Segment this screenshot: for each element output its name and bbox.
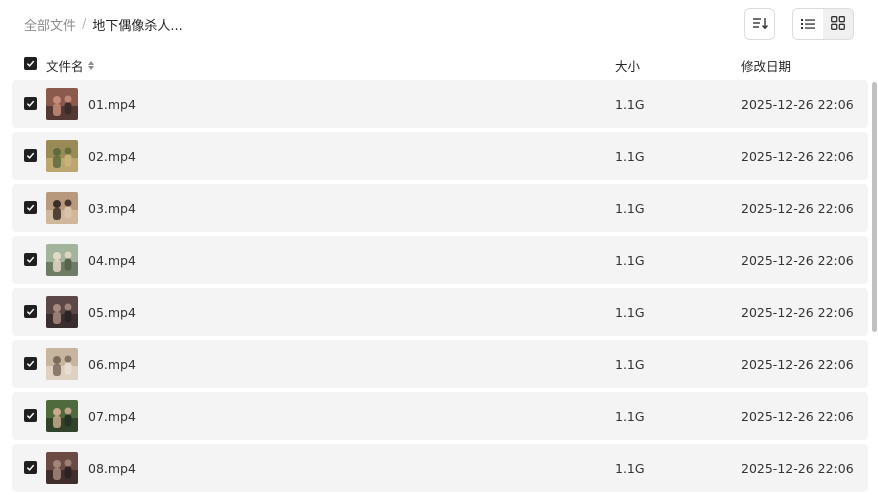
file-name[interactable]: 08.mp4 — [88, 461, 136, 476]
file-row[interactable]: 01.mp4 1.1G 2025-12-26 22:06 — [12, 80, 868, 128]
column-header-name-label: 文件名 — [46, 59, 84, 74]
file-modified-date: 2025-12-26 22:06 — [741, 461, 854, 476]
file-name[interactable]: 01.mp4 — [88, 97, 136, 112]
breadcrumb: 全部文件 / 地下偶像杀人... — [24, 14, 183, 34]
video-thumbnail — [46, 244, 78, 276]
video-thumbnail — [46, 88, 78, 120]
scrollbar[interactable] — [872, 80, 877, 494]
file-modified-date: 2025-12-26 22:06 — [741, 357, 854, 372]
file-modified-date: 2025-12-26 22:06 — [741, 305, 854, 320]
column-header-size: 大小 — [615, 59, 641, 74]
file-row[interactable]: 07.mp4 1.1G 2025-12-26 22:06 — [12, 392, 868, 440]
file-size: 1.1G — [615, 97, 645, 112]
file-name[interactable]: 04.mp4 — [88, 253, 136, 268]
sort-toggle-icon — [87, 61, 94, 70]
file-name[interactable]: 06.mp4 — [88, 357, 136, 372]
breadcrumb-current-folder: 地下偶像杀人... — [92, 18, 183, 34]
file-size: 1.1G — [615, 201, 645, 216]
video-thumbnail — [46, 140, 78, 172]
video-thumbnail — [46, 400, 78, 432]
list-view-button[interactable] — [793, 9, 823, 39]
breadcrumb-root-link[interactable]: 全部文件 — [24, 15, 76, 34]
sort-button[interactable] — [744, 8, 775, 40]
row-checkbox[interactable] — [24, 149, 37, 162]
video-thumbnail — [46, 192, 78, 224]
file-modified-date: 2025-12-26 22:06 — [741, 97, 854, 112]
video-thumbnail — [46, 296, 78, 328]
grid-view-icon — [831, 15, 845, 34]
file-modified-date: 2025-12-26 22:06 — [741, 149, 854, 164]
list-view-icon — [801, 15, 815, 34]
row-checkbox[interactable] — [24, 97, 37, 110]
file-row[interactable]: 05.mp4 1.1G 2025-12-26 22:06 — [12, 288, 868, 336]
file-modified-date: 2025-12-26 22:06 — [741, 409, 854, 424]
file-row[interactable]: 03.mp4 1.1G 2025-12-26 22:06 — [12, 184, 868, 232]
view-mode-switch — [792, 8, 854, 40]
breadcrumb-separator: / — [82, 16, 87, 32]
row-checkbox[interactable] — [24, 409, 37, 422]
file-row[interactable]: 08.mp4 1.1G 2025-12-26 22:06 — [12, 444, 868, 492]
column-header-name[interactable]: 文件名 — [46, 56, 94, 75]
file-size: 1.1G — [615, 409, 645, 424]
file-row[interactable]: 04.mp4 1.1G 2025-12-26 22:06 — [12, 236, 868, 284]
file-size: 1.1G — [615, 149, 645, 164]
column-header-modified: 修改日期 — [741, 59, 792, 74]
file-size: 1.1G — [615, 253, 645, 268]
grid-view-button[interactable] — [823, 9, 853, 39]
scrollbar-thumb[interactable] — [872, 82, 877, 332]
file-size: 1.1G — [615, 305, 645, 320]
video-thumbnail — [46, 348, 78, 380]
row-checkbox[interactable] — [24, 253, 37, 266]
row-checkbox[interactable] — [24, 201, 37, 214]
file-name[interactable]: 03.mp4 — [88, 201, 136, 216]
row-checkbox[interactable] — [24, 357, 37, 370]
file-size: 1.1G — [615, 461, 645, 476]
file-size: 1.1G — [615, 357, 645, 372]
file-list-header: 文件名 大小 修改日期 — [12, 52, 868, 76]
file-name[interactable]: 05.mp4 — [88, 305, 136, 320]
file-row[interactable]: 06.mp4 1.1G 2025-12-26 22:06 — [12, 340, 868, 388]
row-checkbox[interactable] — [24, 461, 37, 474]
file-browser: 全部文件 / 地下偶像杀人... 文件名 大小 修改日期 01.mp4 1.1G… — [0, 0, 878, 495]
file-row[interactable]: 02.mp4 1.1G 2025-12-26 22:06 — [12, 132, 868, 180]
file-name[interactable]: 07.mp4 — [88, 409, 136, 424]
file-list: 01.mp4 1.1G 2025-12-26 22:06 02.mp4 1.1G 2025… — [12, 80, 868, 495]
file-name[interactable]: 02.mp4 — [88, 149, 136, 164]
sort-descending-icon — [752, 15, 768, 34]
file-modified-date: 2025-12-26 22:06 — [741, 201, 854, 216]
row-checkbox[interactable] — [24, 305, 37, 318]
video-thumbnail — [46, 452, 78, 484]
file-modified-date: 2025-12-26 22:06 — [741, 253, 854, 268]
select-all-checkbox[interactable] — [24, 57, 37, 70]
